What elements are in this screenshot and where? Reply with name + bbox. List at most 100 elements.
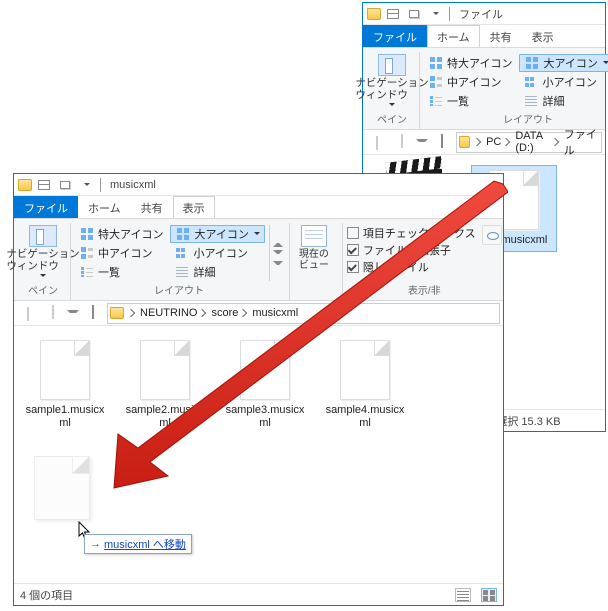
nav-back[interactable] <box>17 302 39 324</box>
view-large[interactable]: 大アイコン <box>170 225 264 243</box>
nav-up[interactable] <box>82 302 104 324</box>
qat-dropdown[interactable] <box>426 7 444 21</box>
ribbon-group-currentview: 現在の ビュー <box>290 223 343 300</box>
view-extra-large[interactable]: 特大アイコン <box>424 54 516 72</box>
nav-pane-button[interactable]: ナビゲーション ウィンドウ <box>22 225 64 280</box>
view-detail[interactable]: 詳細 <box>170 263 264 281</box>
crumb[interactable]: DATA (D:) <box>513 130 560 154</box>
folder-icon <box>18 179 32 191</box>
nav-up[interactable] <box>431 131 453 153</box>
hide-button-icon[interactable] <box>482 225 502 245</box>
tab-file[interactable]: ファイル <box>14 196 78 218</box>
tiles-icon <box>524 55 540 71</box>
view-switch-details[interactable] <box>455 588 471 602</box>
crumb[interactable] <box>125 307 137 319</box>
arrow-more-icon[interactable] <box>273 261 283 269</box>
document-file-icon <box>340 340 390 400</box>
view-medium[interactable]: 中アイコン <box>75 244 167 262</box>
document-file-icon <box>34 456 90 520</box>
qat-dropdown[interactable] <box>77 178 95 192</box>
view-small[interactable]: 小アイコン <box>170 244 264 262</box>
view-extra-large[interactable]: 特大アイコン <box>75 225 167 243</box>
crumb[interactable]: score <box>209 307 249 319</box>
document-file-icon <box>140 340 190 400</box>
view-large[interactable]: 大アイコン <box>519 54 608 72</box>
crumb[interactable] <box>471 136 483 148</box>
ribbon-group-pane: ナビゲーション ウィンドウ ペイン <box>367 52 420 129</box>
separator <box>100 178 101 192</box>
layout-scroll[interactable] <box>269 225 283 281</box>
breadcrumb[interactable]: PC DATA (D:) ファイル <box>456 132 602 153</box>
list-icon <box>79 264 95 280</box>
group-label <box>294 285 334 299</box>
current-view-button[interactable]: 現在の ビュー <box>294 225 334 271</box>
tab-view[interactable]: 表示 <box>522 25 564 47</box>
chk-extensions[interactable]: ファイル名拡張子 <box>347 242 476 258</box>
chevron-down-icon <box>252 228 260 240</box>
file-item[interactable]: sample1.musicxml <box>22 336 108 433</box>
nav-pane-icon <box>29 225 57 247</box>
arrow-up-icon[interactable] <box>273 239 283 247</box>
nav-back[interactable] <box>366 131 388 153</box>
chevron-down-icon <box>389 101 395 109</box>
qat-button[interactable] <box>56 178 74 192</box>
chevron-down-icon <box>40 272 46 280</box>
tab-file[interactable]: ファイル <box>363 25 427 47</box>
tab-share[interactable]: 共有 <box>480 25 522 47</box>
ribbon-group-layout: 特大アイコン 大アイコン 中アイコン 小アイコン 一覧 詳細 レイアウト <box>420 52 608 129</box>
nav-forward[interactable] <box>42 302 64 324</box>
explorer-window-target[interactable]: musicxml ファイル ホーム 共有 表示 ナビゲーション ウィンドウ ペイ… <box>13 173 504 606</box>
chk-hidden[interactable]: 隠しファイル <box>347 259 476 275</box>
view-small[interactable]: 小アイコン <box>519 73 608 91</box>
file-item[interactable]: sample3.musicxml <box>222 336 308 433</box>
breadcrumb[interactable]: NEUTRINO score musicxml <box>107 303 500 324</box>
nav-pane-icon <box>378 54 406 76</box>
ribbon: ナビゲーション ウィンドウ ペイン 特大アイコン 大アイコン 中アイコン 小アイ… <box>14 218 503 301</box>
file-item[interactable]: sample4.musicxml <box>322 336 408 433</box>
folder-icon <box>459 136 470 148</box>
qat-button[interactable] <box>35 178 53 192</box>
group-label: ペイン <box>22 281 64 299</box>
tab-view[interactable]: 表示 <box>173 196 215 218</box>
titlebar[interactable]: ファイル <box>363 3 605 25</box>
nav-history[interactable] <box>416 139 428 145</box>
drop-tooltip-text: musicxml へ移動 <box>104 536 186 552</box>
qat-button[interactable] <box>405 7 423 21</box>
small-icon <box>523 74 539 90</box>
ribbon-tabs: ファイル ホーム 共有 表示 <box>363 25 605 47</box>
view-medium[interactable]: 中アイコン <box>424 73 516 91</box>
crumb[interactable]: ファイル <box>562 126 599 158</box>
view-list[interactable]: 一覧 <box>424 92 516 110</box>
file-list[interactable]: sample1.musicxml sample2.musicxml sample… <box>14 326 503 583</box>
crumb[interactable]: NEUTRINO <box>138 307 208 319</box>
drop-tooltip: → musicxml へ移動 <box>84 534 192 554</box>
checkbox-icon <box>347 227 359 239</box>
checkbox-icon <box>347 244 359 256</box>
crumb[interactable]: PC <box>484 136 512 148</box>
file-name: sample1.musicxml <box>24 404 106 429</box>
ribbon-group-pane: ナビゲーション ウィンドウ ペイン <box>18 223 71 300</box>
titlebar[interactable]: musicxml <box>14 174 503 196</box>
list-icon <box>428 93 444 109</box>
preview-icon <box>301 225 327 247</box>
tab-share[interactable]: 共有 <box>131 196 173 218</box>
tab-home[interactable]: ホーム <box>78 196 131 218</box>
tab-home[interactable]: ホーム <box>427 25 480 47</box>
file-name: sample2.musicxml <box>124 404 206 429</box>
crumb[interactable]: musicxml <box>250 307 300 319</box>
view-switch-thumbnails[interactable] <box>481 588 497 602</box>
arrow-down-icon[interactable] <box>273 250 283 258</box>
medium-icon <box>79 245 95 261</box>
status-bar: 4 個の項目 <box>14 583 503 605</box>
qat-button[interactable] <box>384 7 402 21</box>
ribbon-tabs: ファイル ホーム 共有 表示 <box>14 196 503 218</box>
nav-pane-button[interactable]: ナビゲーション ウィンドウ <box>371 54 413 109</box>
group-label: 表示/非 <box>347 281 502 299</box>
view-detail[interactable]: 詳細 <box>519 92 608 110</box>
view-list[interactable]: 一覧 <box>75 263 167 281</box>
file-item[interactable]: sample2.musicxml <box>122 336 208 433</box>
nav-history[interactable] <box>67 310 79 316</box>
chk-item-boxes[interactable]: 項目チェック ボックス <box>347 225 476 241</box>
nav-forward[interactable] <box>391 131 413 153</box>
chevron-down-icon <box>601 57 608 69</box>
